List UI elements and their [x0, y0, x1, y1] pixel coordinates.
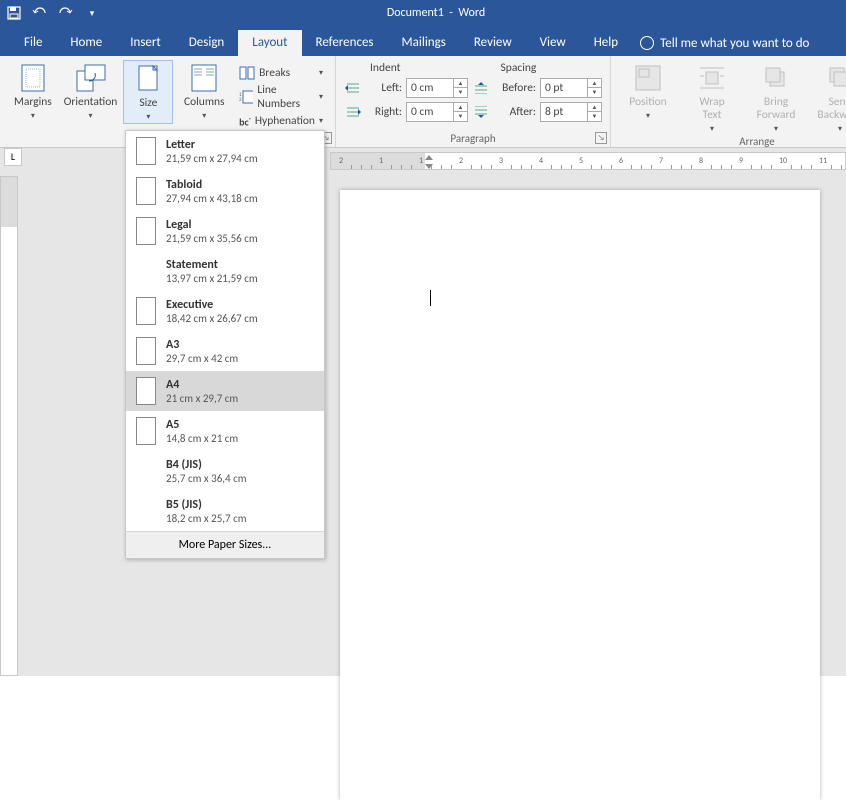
paragraph-launcher[interactable]: ↘: [595, 132, 607, 144]
group-label-paragraph: Paragraph: [344, 131, 602, 145]
page-icon: [136, 297, 156, 325]
svg-text:2: 2: [239, 97, 242, 103]
position-button: Position▾: [619, 60, 677, 122]
breaks-button[interactable]: Breaks▾: [235, 62, 327, 84]
indent-right-input[interactable]: 0 cm▲▼: [406, 102, 468, 122]
page-icon: [136, 137, 156, 165]
tab-selector[interactable]: L: [4, 148, 22, 166]
size-option-b4-jis-[interactable]: B4 (JIS)25,7 cm x 36,4 cm: [126, 451, 324, 491]
bring-forward-button: Bring Forward▾: [747, 60, 805, 134]
indent-right-icon: [344, 106, 362, 118]
size-option-statement[interactable]: Statement13,97 cm x 21,59 cm: [126, 251, 324, 291]
wrap-text-button: Wrap Text▾: [683, 60, 741, 134]
lightbulb-icon: [640, 36, 654, 50]
redo-icon[interactable]: [58, 5, 74, 21]
more-paper-sizes[interactable]: More Paper Sizes...: [126, 531, 324, 558]
size-option-legal[interactable]: Legal21,59 cm x 35,56 cm: [126, 211, 324, 251]
undo-icon[interactable]: [32, 5, 48, 21]
page-icon: [136, 417, 156, 445]
tab-design[interactable]: Design: [175, 30, 238, 56]
page-icon: [136, 497, 156, 525]
horizontal-ruler[interactable]: 211234567891011: [330, 152, 846, 170]
spacing-after-input[interactable]: 8 pt▲▼: [540, 102, 602, 122]
size-option-a3[interactable]: A329,7 cm x 42 cm: [126, 331, 324, 371]
size-option-executive[interactable]: Executive18,42 cm x 26,67 cm: [126, 291, 324, 331]
spinner-up[interactable]: ▲: [588, 103, 601, 112]
spinner-up[interactable]: ▲: [588, 79, 601, 88]
save-icon[interactable]: [6, 5, 22, 21]
indent-left-icon: [344, 82, 362, 94]
spinner-down[interactable]: ▼: [454, 112, 467, 121]
tab-insert[interactable]: Insert: [116, 30, 175, 56]
tab-view[interactable]: View: [526, 30, 580, 56]
spinner-down[interactable]: ▼: [588, 112, 601, 121]
tab-help[interactable]: Help: [580, 30, 632, 56]
spinner-up[interactable]: ▲: [454, 79, 467, 88]
space-after-icon: [472, 106, 490, 118]
tab-file[interactable]: File: [10, 30, 56, 56]
columns-button[interactable]: Columns▾: [179, 60, 229, 122]
page-icon: [136, 457, 156, 485]
size-dropdown-menu: Letter21,59 cm x 27,94 cmTabloid27,94 cm…: [125, 130, 325, 559]
indent-left-input[interactable]: 0 cm▲▼: [406, 78, 468, 98]
send-backward-button: Send Backward▾: [811, 60, 846, 134]
page-icon: [136, 257, 156, 285]
tab-references[interactable]: References: [302, 30, 388, 56]
hyphenation-button[interactable]: bc- Hyphenation▾: [235, 110, 327, 132]
size-option-b5-jis-[interactable]: B5 (JIS)18,2 cm x 25,7 cm: [126, 491, 324, 531]
spinner-up[interactable]: ▲: [454, 103, 467, 112]
qat-customize-icon[interactable]: ▾: [84, 5, 100, 21]
spinner-down[interactable]: ▼: [454, 88, 467, 97]
document-page[interactable]: [340, 190, 820, 800]
line-numbers-button[interactable]: 12 Line Numbers▾: [235, 86, 327, 108]
spinner-down[interactable]: ▼: [588, 88, 601, 97]
tab-layout[interactable]: Layout: [238, 30, 301, 56]
tab-home[interactable]: Home: [56, 30, 116, 56]
margins-button[interactable]: Margins▾: [8, 60, 58, 122]
spacing-before-input[interactable]: 0 pt▲▼: [540, 78, 602, 98]
orientation-button[interactable]: Orientation▾: [64, 60, 118, 122]
text-cursor: [430, 290, 431, 306]
tell-me-search[interactable]: Tell me what you want to do: [640, 30, 809, 56]
group-label-arrange: Arrange: [619, 134, 846, 148]
size-option-letter[interactable]: Letter21,59 cm x 27,94 cm: [126, 131, 324, 171]
page-icon: [136, 377, 156, 405]
window-title: Document1 - Word: [106, 6, 766, 20]
page-icon: [136, 217, 156, 245]
spacing-heading: Spacing: [501, 61, 537, 75]
vertical-ruler[interactable]: [0, 176, 18, 676]
tab-review[interactable]: Review: [460, 30, 526, 56]
size-option-tabloid[interactable]: Tabloid27,94 cm x 43,18 cm: [126, 171, 324, 211]
page-icon: [136, 177, 156, 205]
size-button[interactable]: Size▾: [123, 60, 173, 124]
size-option-a4[interactable]: A421 cm x 29,7 cm: [126, 371, 324, 411]
tab-mailings[interactable]: Mailings: [388, 30, 460, 56]
size-option-a5[interactable]: A514,8 cm x 21 cm: [126, 411, 324, 451]
indent-heading: Indent: [370, 61, 401, 75]
space-before-icon: [472, 82, 490, 94]
page-icon: [136, 337, 156, 365]
